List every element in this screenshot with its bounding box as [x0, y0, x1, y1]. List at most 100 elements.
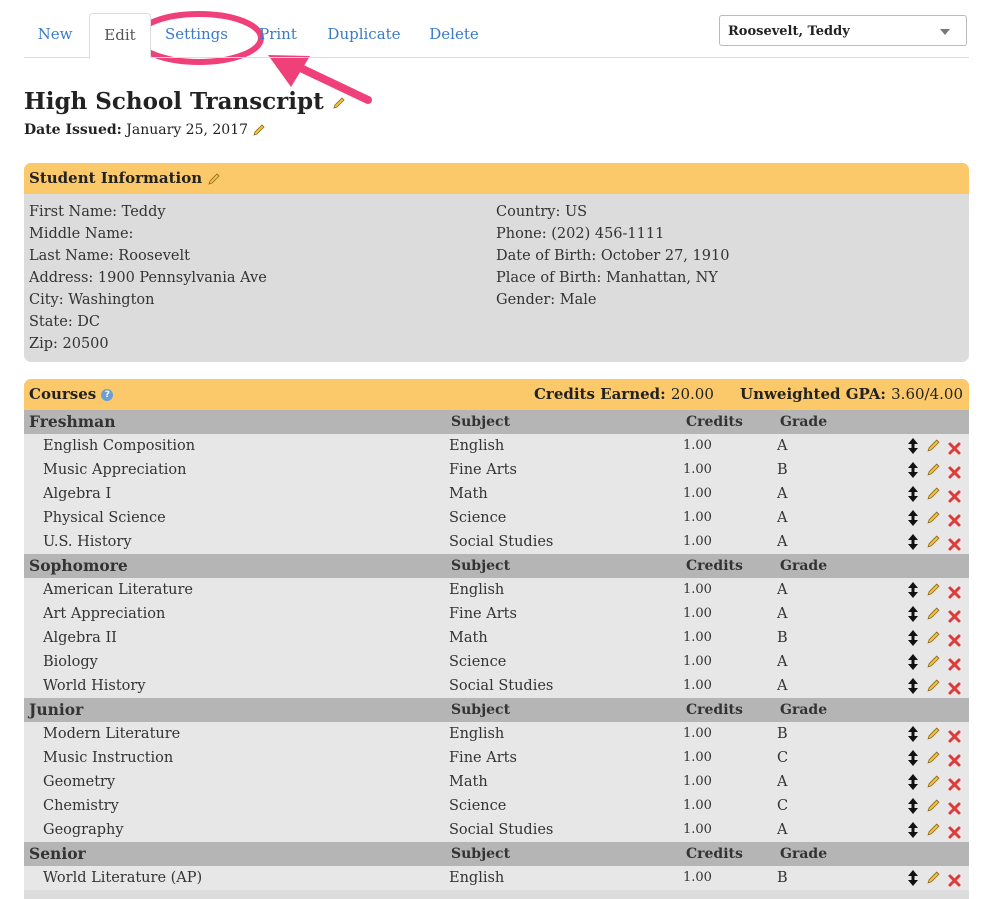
course-credits: 1.00 [683, 798, 712, 813]
col-credits: Credits [686, 558, 743, 574]
courses-summary: Credits Earned: 20.00 Unweighted GPA: 3.… [534, 379, 963, 410]
credits-earned-label: Credits Earned: [533, 385, 666, 403]
course-row: American Literature English 1.00 A [24, 578, 969, 602]
course-subject: Social Studies [449, 678, 554, 694]
course-name: Geometry [43, 774, 116, 790]
date-issued: Date Issued: January 25, 2017 [24, 122, 266, 138]
course-credits: 1.00 [683, 630, 712, 645]
course-row: Modern Literature English 1.00 B [24, 722, 969, 746]
course-credits: 1.00 [683, 726, 712, 741]
course-name: Chemistry [43, 798, 119, 814]
course-credits: 1.00 [683, 486, 712, 501]
course-subject: Math [449, 486, 488, 502]
course-credits: 1.00 [683, 534, 712, 549]
pencil-icon[interactable] [926, 869, 941, 893]
course-grade: B [777, 870, 788, 886]
row-actions [908, 677, 964, 695]
page: New Edit Settings Print Duplicate Delete… [24, 0, 969, 899]
course-row: World History Social Studies 1.00 A [24, 674, 969, 698]
col-subject: Subject [451, 846, 511, 862]
course-grade: B [777, 462, 788, 478]
course-grade: A [777, 582, 788, 598]
course-subject: Fine Arts [449, 606, 517, 622]
row-actions [908, 653, 964, 671]
gpa-value: 3.60/4.00 [891, 385, 963, 403]
course-subject: Fine Arts [449, 462, 517, 478]
date-issued-label: Date Issued: [24, 122, 122, 138]
col-credits: Credits [686, 702, 743, 718]
course-list: Freshman Subject Credits Grade English Compo… [24, 410, 969, 890]
tab-print[interactable]: Print [250, 13, 306, 57]
delete-icon[interactable] [948, 871, 961, 895]
col-subject: Subject [451, 558, 511, 574]
row-actions [908, 581, 964, 599]
course-row: Physical Science Science 1.00 A [24, 506, 969, 530]
col-grade: Grade [780, 414, 828, 430]
course-subject: English [449, 870, 505, 886]
row-actions [908, 485, 964, 503]
info-country: Country: US [496, 204, 588, 220]
row-actions [908, 629, 964, 647]
col-credits: Credits [686, 414, 743, 430]
pencil-icon[interactable] [332, 96, 346, 110]
pencil-icon[interactable] [207, 172, 221, 186]
course-credits: 1.00 [683, 750, 712, 765]
course-name: Algebra I [43, 486, 112, 502]
col-grade: Grade [780, 702, 828, 718]
tab-settings[interactable]: Settings [159, 13, 234, 57]
info-zip: Zip: 20500 [29, 336, 109, 352]
course-subject: Fine Arts [449, 750, 517, 766]
course-row: U.S. History Social Studies 1.00 A [24, 530, 969, 554]
course-grade: C [777, 798, 789, 814]
course-name: American Literature [43, 582, 194, 598]
info-phone: Phone: (202) 456-1111 [496, 226, 665, 242]
help-icon[interactable]: ? [101, 389, 114, 401]
course-name: World History [43, 678, 146, 694]
col-grade: Grade [780, 846, 828, 862]
course-name: English Composition [43, 438, 196, 454]
year-name: Junior [29, 700, 84, 719]
course-name: Geography [43, 822, 124, 838]
course-credits: 1.00 [683, 438, 712, 453]
course-grade: B [777, 630, 788, 646]
chevron-down-icon [940, 29, 950, 35]
row-actions [908, 821, 964, 839]
course-name: Music Instruction [43, 750, 174, 766]
course-subject: Science [449, 510, 507, 526]
course-credits: 1.00 [683, 654, 712, 669]
course-subject: Math [449, 774, 488, 790]
course-credits: 1.00 [683, 774, 712, 789]
tab-edit[interactable]: Edit [89, 13, 151, 59]
course-grade: A [777, 606, 788, 622]
year-header: Junior Subject Credits Grade [24, 698, 969, 722]
courses-panel: Courses ? Credits Earned: 20.00 Unweight… [24, 379, 969, 899]
course-subject: Science [449, 798, 507, 814]
course-credits: 1.00 [683, 606, 712, 621]
move-icon[interactable] [908, 870, 918, 894]
student-select[interactable]: Roosevelt, Teddy [719, 15, 967, 46]
col-subject: Subject [451, 414, 511, 430]
course-row: English Composition English 1.00 A [24, 434, 969, 458]
info-dob: Date of Birth: October 27, 1910 [496, 248, 730, 264]
annotation-arrow-head [268, 55, 310, 87]
tab-duplicate[interactable]: Duplicate [323, 13, 405, 57]
course-grade: A [777, 486, 788, 502]
course-row: Geometry Math 1.00 A [24, 770, 969, 794]
pencil-icon[interactable] [252, 123, 266, 137]
row-actions [908, 437, 964, 455]
course-grade: A [777, 654, 788, 670]
course-credits: 1.00 [683, 462, 712, 477]
col-grade: Grade [780, 558, 828, 574]
course-grade: B [777, 726, 788, 742]
tab-delete[interactable]: Delete [422, 13, 486, 57]
tab-new[interactable]: New [24, 13, 86, 57]
date-issued-value: January 25, 2017 [126, 122, 249, 138]
student-info-title: Student Information [29, 169, 203, 187]
gpa-label: Unweighted GPA: [740, 385, 886, 403]
course-name: Art Appreciation [43, 606, 166, 622]
course-name: Modern Literature [43, 726, 181, 742]
course-credits: 1.00 [683, 510, 712, 525]
course-subject: English [449, 582, 505, 598]
row-actions [908, 533, 964, 551]
course-name: Algebra II [43, 630, 117, 646]
